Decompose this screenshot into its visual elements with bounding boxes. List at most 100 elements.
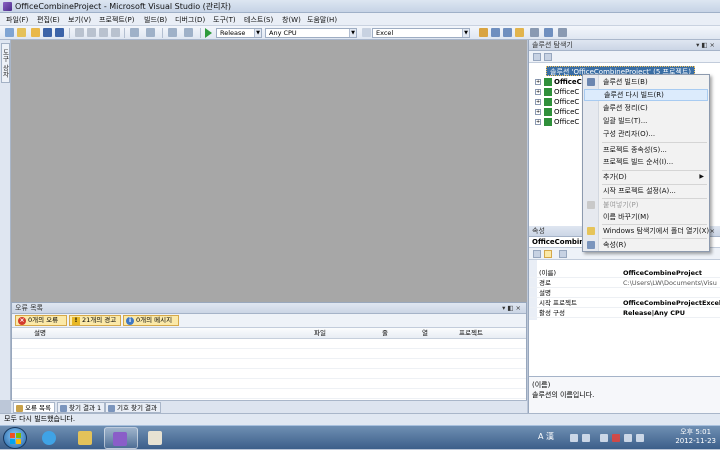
menu-build[interactable]: 빌드(B) [144,15,167,25]
menu-item-add[interactable]: 추가(D) ▶ [584,171,708,183]
taskbar-paint[interactable] [140,427,170,449]
menu-item-clean-solution[interactable]: 솔루션 정리(C) [584,102,708,114]
new-project-icon[interactable] [5,28,14,37]
find-icon[interactable] [362,28,371,37]
cut-icon[interactable] [75,28,84,37]
find-combo[interactable]: Excel ▼ [372,28,470,38]
menu-debug[interactable]: 디버그(D) [175,15,205,25]
column-description[interactable]: 설명 [34,328,46,338]
taskbar-explorer[interactable] [70,427,100,449]
menu-edit[interactable]: 편집(E) [37,15,60,25]
menu-item-set-startup-projects[interactable]: 시작 프로젝트 설정(A)... [584,185,708,197]
show-all-files-icon[interactable] [544,53,552,61]
project-node[interactable]: + OfficeC [535,97,579,107]
show-hidden-icons-icon[interactable] [600,434,608,442]
navigate-forward-icon[interactable] [184,28,193,37]
menu-help[interactable]: 도움말(H) [307,15,337,25]
messages-filter-button[interactable]: i 0개의 메시지 [123,315,179,326]
add-item-icon[interactable] [17,28,26,37]
clock[interactable]: 오후 5:01 2012-11-23 [675,428,716,446]
paste-icon[interactable] [99,28,108,37]
toolbox-icon[interactable] [530,28,539,37]
menu-item-project-build-order[interactable]: 프로젝트 빌드 순서(I)... [584,156,708,168]
tab-find-results-1[interactable]: 찾기 결과 1 [57,402,106,413]
property-row[interactable]: 경로 C:\Users\LW\Documents\Visu [529,278,720,288]
taskbar-internet-explorer[interactable] [34,427,64,449]
start-debugging-icon[interactable] [205,28,212,38]
menu-item-configuration-manager[interactable]: 구성 관리자(O)... [584,128,708,140]
warnings-filter-button[interactable]: ! 21개의 경고 [69,315,121,326]
copy-icon[interactable] [87,28,96,37]
ime-help-icon[interactable] [582,434,590,442]
solution-platform-select[interactable]: Any CPU ▼ [265,28,357,38]
project-node[interactable]: + OfficeC [535,107,579,117]
solution-configuration-select[interactable]: Release ▼ [216,28,262,38]
toolbar-options-icon[interactable] [558,28,567,37]
property-pages-icon[interactable] [559,250,567,258]
properties-icon[interactable] [533,53,541,61]
open-icon[interactable] [31,28,40,37]
save-icon[interactable] [43,28,52,37]
expand-icon[interactable]: + [535,109,541,115]
project-node[interactable]: + OfficeC [535,87,579,97]
network-icon[interactable] [624,434,632,442]
redo-icon[interactable] [146,28,155,37]
menu-item-rebuild-solution[interactable]: 솔루션 다시 빌드(R) [584,89,708,101]
volume-icon[interactable] [636,434,644,442]
property-row[interactable]: 시작 프로젝트OfficeCombineProjectExcel2007 [529,298,720,308]
column-project[interactable]: 프로젝트 [459,328,483,338]
property-row[interactable]: (이름) OfficeCombineProject [529,268,720,278]
alphabetical-icon[interactable] [544,250,552,258]
find-in-files-icon[interactable] [479,28,488,37]
ime-settings-icon[interactable] [570,434,578,442]
expand-icon[interactable]: + [535,79,541,85]
ime-indicator[interactable]: A 漢 [538,431,554,442]
pin-icon[interactable]: ◧ [701,41,709,49]
property-row[interactable]: 활성 구성 Release|Any CPU [529,308,720,318]
property-row[interactable]: 설명 [529,288,720,298]
close-icon[interactable]: × [710,41,717,49]
menu-test[interactable]: 테스트(S) [244,15,273,25]
start-page-icon[interactable] [544,28,553,37]
pin-icon[interactable]: ◧ [507,304,515,312]
menu-item-rename[interactable]: 이름 바꾸기(M) [584,211,708,223]
expand-icon[interactable]: + [535,99,541,105]
chevron-down-icon[interactable]: ▼ [349,29,356,37]
project-node[interactable]: + OfficeC [535,117,579,127]
object-browser-icon[interactable] [515,28,524,37]
undo-icon[interactable] [130,28,139,37]
project-node[interactable]: + OfficeC [535,77,582,87]
menu-tools[interactable]: 도구(T) [213,15,236,25]
start-button[interactable] [3,427,27,449]
menu-item-batch-build[interactable]: 일괄 빌드(T)... [584,115,708,127]
toolbox-tab[interactable]: 도구 상자 [1,43,10,83]
errors-filter-button[interactable]: × 0개의 오류 [15,315,67,326]
menu-file[interactable]: 파일(F) [6,15,28,25]
close-icon[interactable]: × [710,227,717,235]
menu-item-properties[interactable]: 속성(R) [584,239,708,251]
chevron-down-icon[interactable]: ▼ [462,29,469,37]
menu-window[interactable]: 창(W) [282,15,301,25]
tab-error-list[interactable]: 오류 목록 [13,402,55,413]
expand-icon[interactable]: + [535,119,541,125]
delete-icon[interactable] [111,28,120,37]
solution-explorer-icon[interactable] [491,28,500,37]
column-file[interactable]: 파일 [314,328,326,338]
menu-project[interactable]: 프로젝트(P) [99,15,134,25]
column-line[interactable]: 줄 [382,328,388,338]
save-all-icon[interactable] [55,28,64,37]
taskbar-visual-studio[interactable] [104,427,138,449]
menu-item-project-dependencies[interactable]: 프로젝트 종속성(S)... [584,144,708,156]
menu-item-build-solution[interactable]: 솔루션 빌드(B) [584,76,708,88]
close-icon[interactable]: × [516,304,523,312]
expand-icon[interactable]: + [535,89,541,95]
categorized-icon[interactable] [533,250,541,258]
properties-window-icon[interactable] [503,28,512,37]
column-column[interactable]: 열 [422,328,428,338]
action-center-icon[interactable] [612,434,620,442]
menu-view[interactable]: 보기(V) [68,15,91,25]
tab-find-symbol-results[interactable]: 기호 찾기 결과 [105,402,162,413]
navigate-back-icon[interactable] [168,28,177,37]
chevron-down-icon[interactable]: ▼ [254,29,261,37]
menu-item-open-folder-in-explorer[interactable]: Windows 탐색기에서 폴더 열기(X) [584,225,709,237]
